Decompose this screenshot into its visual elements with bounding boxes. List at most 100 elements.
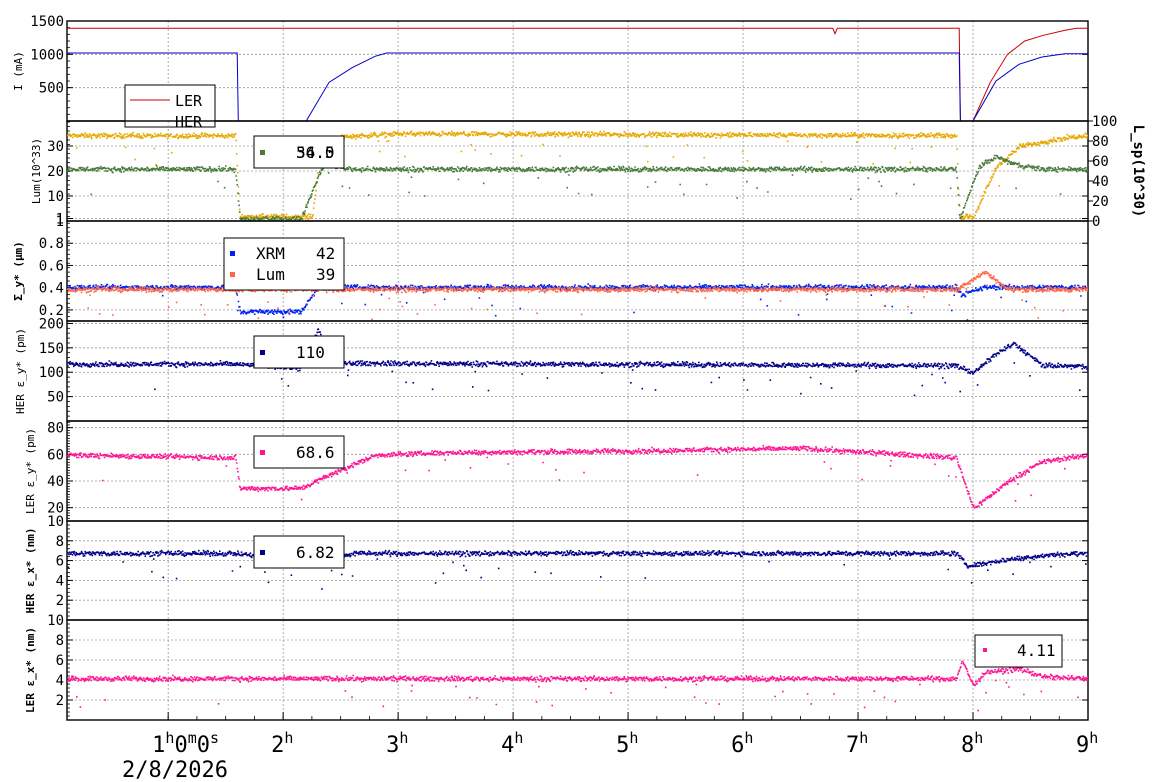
y-tick-label: 30 (47, 139, 64, 155)
series-group (67, 328, 1088, 397)
panel-frame (66, 220, 1089, 322)
panel-7: 2 4 6 8 10 LER ε_x* (nm) 4.11 (24, 613, 1089, 721)
y-tick-label: 2 (56, 693, 64, 709)
y-tick-label: 20 (47, 501, 64, 517)
x-tick-label: 5h (616, 729, 638, 758)
y2-tick-label: 40 (1092, 174, 1109, 190)
x-tick-label: 3h (386, 729, 408, 758)
panel-5: 1020406080LER ε_y* (pm) 68.6 (24, 420, 1089, 530)
panel-2: 1 10 20 30 Lum(10^33) 0 20 40 60 80 100 L_sp(10^30)… (30, 114, 1146, 230)
legend: 6.82 (253, 535, 345, 569)
series-points-0 (67, 660, 1088, 712)
series-group (67, 27, 1088, 121)
y-axis-label: LER ε_x* (nm) (24, 627, 37, 713)
series-points-0 (67, 549, 1088, 590)
series-points-1 (67, 270, 1088, 321)
panel-frame (66, 619, 1089, 721)
series-group (67, 660, 1088, 712)
y-tick-label: 150 (39, 341, 64, 357)
panel-3: 0.20.40.60.81Σ_y* (μm) XRM 42Lum 39 (12, 214, 1089, 322)
y-axis-label: HER ε_y* (pm) (14, 328, 27, 414)
y-tick-label: 4 (56, 673, 64, 689)
y-axis-label: Lum(10^33) (30, 138, 43, 204)
y-tick-label: 20 (47, 164, 64, 180)
y-tick-label: 2 (56, 593, 64, 609)
x-tick-label: 6h (731, 729, 753, 758)
legend-marker (260, 150, 265, 155)
y-axis-label: HER ε_x* (nm) (24, 527, 37, 613)
y-tick-label: 1500 (30, 14, 64, 30)
panel-frame (66, 320, 1089, 422)
y-tick-label: 80 (47, 421, 64, 437)
y-tick-label: 1 (56, 214, 64, 230)
series-group (67, 130, 1088, 221)
y-tick-label: 8 (56, 633, 64, 649)
date-label: 2/8/2026 (122, 758, 228, 782)
y-tick-label: 8 (56, 534, 64, 550)
x-tick-label: 8h (961, 729, 983, 758)
panel-4: 50 100 150 200 HER ε_y* (pm) 110 (14, 316, 1089, 422)
x-tick-label: 1h0m0s (152, 729, 219, 758)
y-axis-label: Σ_y* (μm) (12, 241, 25, 301)
legend-label: Lum (256, 265, 285, 284)
x-tick-label: 2h (271, 729, 293, 758)
beam-monitor-chart: 50010001500I (mA)LERHER1102030Lum(10^33)… (12, 14, 1146, 782)
y2-tick-label: 80 (1092, 134, 1109, 150)
y-tick-label: 100 (39, 365, 64, 381)
y-tick-label: 0.6 (39, 258, 64, 274)
series-group (67, 270, 1088, 321)
y2-tick-label: 20 (1092, 194, 1109, 210)
x-tick-label: 9h (1076, 729, 1098, 758)
y-tick-label: 6 (56, 653, 64, 669)
y-tick-label: 0.8 (39, 236, 64, 252)
y-tick-label: 50 (47, 390, 64, 406)
x-tick-label: 4h (501, 729, 523, 758)
legend-value: 6.82 (296, 543, 335, 562)
panel-1: 500 1000 1500 I (mA) LER HER (12, 14, 1089, 131)
y2-tick-label: 60 (1092, 154, 1109, 170)
legend-marker (260, 350, 265, 355)
legend-value: 110 (296, 343, 325, 362)
y-tick-label: 4 (56, 573, 64, 589)
y-tick-label: 500 (39, 81, 64, 97)
series-points-0 (67, 328, 1088, 397)
y-axis-label: LER ε_y* (pm) (24, 428, 37, 514)
y-tick-label: 10 (47, 189, 64, 205)
legend-value: 39 (316, 265, 335, 284)
legend: 110 (253, 335, 345, 369)
y-tick-label: 60 (47, 447, 64, 463)
panel-frame (66, 420, 1089, 522)
legend: 4.11 (974, 634, 1063, 668)
legend-value: 42 (316, 244, 335, 263)
series-group (67, 549, 1088, 590)
y-tick-label: 0.4 (39, 281, 64, 297)
panel-6: 2 4 6 8 HER ε_x* (nm) 6.82 (24, 520, 1089, 621)
legend-label: LER (175, 92, 203, 110)
legend: 56.034.5 (253, 135, 345, 169)
y-tick-label: 200 (39, 316, 64, 332)
y-tick-label: 1000 (30, 47, 64, 63)
series-points-1 (67, 154, 1088, 221)
y-axis-label: I (mA) (12, 51, 25, 91)
y2-tick-label: 0 (1092, 214, 1100, 230)
series-line-1 (67, 52, 1088, 121)
y-tick-label: 6 (56, 554, 64, 570)
y-tick-label: 10 (47, 613, 64, 629)
legend: LER HER (124, 84, 216, 131)
legend-marker (260, 450, 265, 455)
legend-label: HER (175, 113, 203, 131)
panel-frame (66, 520, 1089, 621)
series-points-0 (67, 130, 1088, 221)
legend-marker (260, 550, 265, 555)
legend-label: XRM (256, 244, 285, 263)
legend: 68.6 (253, 435, 345, 469)
legend-value: 68.6 (296, 443, 335, 462)
y2-tick-label: 100 (1092, 114, 1117, 130)
y-tick-label: 40 (47, 474, 64, 490)
legend: XRM 42 Lum 39 (223, 237, 345, 291)
y2-axis-label: L_sp(10^30) (1130, 125, 1146, 218)
series-line-0 (67, 27, 1088, 121)
legend-marker (230, 272, 235, 277)
legend-marker (230, 251, 235, 256)
legend-value: 4.11 (1017, 641, 1056, 660)
